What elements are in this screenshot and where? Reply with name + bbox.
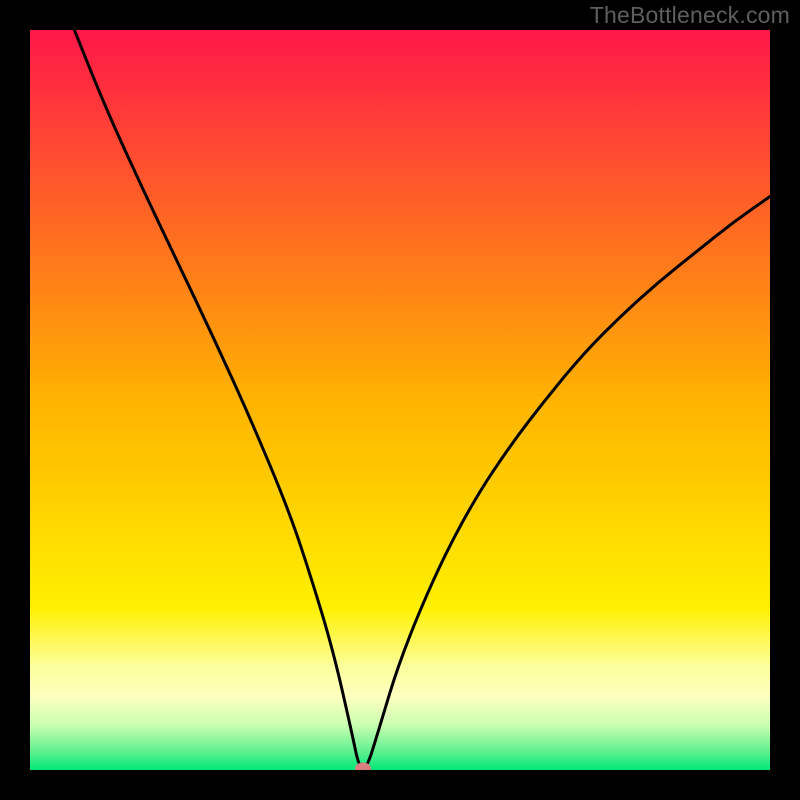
watermark-text: TheBottleneck.com — [590, 2, 790, 29]
chart-container: TheBottleneck.com — [0, 0, 800, 800]
bottleneck-plot — [30, 30, 770, 770]
